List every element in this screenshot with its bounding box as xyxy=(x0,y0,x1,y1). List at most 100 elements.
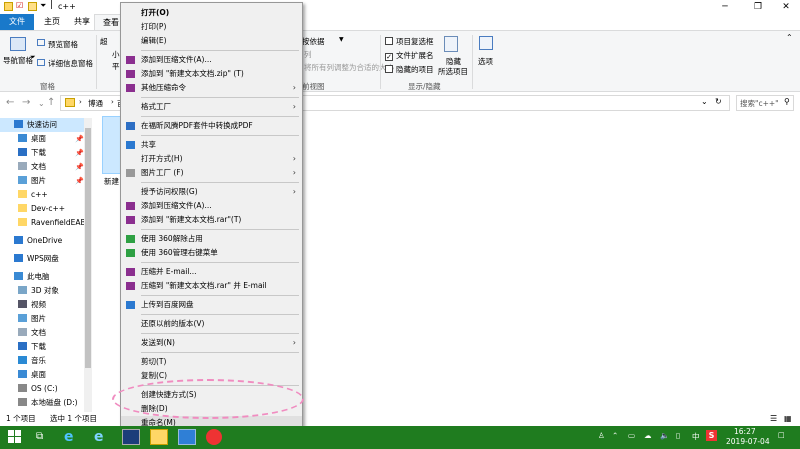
menu-item[interactable]: 打印(P) xyxy=(121,20,302,34)
sidebar-item[interactable]: OS (C:) xyxy=(0,382,92,396)
new-folder-icon[interactable] xyxy=(28,2,37,11)
close-button[interactable]: ✕ xyxy=(771,0,800,14)
details-pane-button[interactable]: 详细信息窗格 xyxy=(48,58,93,69)
sidebar-item[interactable]: OneDrive xyxy=(0,234,92,248)
notification-icon[interactable]: ☐ xyxy=(778,431,785,440)
sidebar-item[interactable]: 图片 xyxy=(0,312,92,326)
clock-date[interactable]: 2019-07-04 xyxy=(726,437,770,446)
sidebar-item[interactable]: 图片 📌 xyxy=(0,174,92,188)
sidebar-item[interactable]: 下载 📌 xyxy=(0,146,92,160)
layout-tiles[interactable]: 平 xyxy=(112,61,120,72)
item-checkboxes-toggle[interactable]: 项目复选框 xyxy=(385,36,434,47)
tiles-view-icon[interactable]: ▦ xyxy=(784,412,792,426)
sidebar-item[interactable]: 桌面 📌 xyxy=(0,132,92,146)
file-item-thumbnail[interactable] xyxy=(102,116,122,174)
properties-icon[interactable]: ☑ xyxy=(16,1,23,10)
chevron-up-icon[interactable]: ⌃ xyxy=(786,33,793,42)
ie-icon[interactable]: e xyxy=(64,429,82,445)
add-columns-button[interactable]: 列 xyxy=(304,49,312,60)
menu-item[interactable]: 还原以前的版本(V) xyxy=(121,317,302,331)
cloud-icon[interactable]: ☁ xyxy=(644,431,652,440)
menu-item[interactable]: 添加到压缩文件(A)... xyxy=(121,53,302,67)
menu-item[interactable]: 添加到 "新建文本文档.zip" (T) xyxy=(121,67,302,81)
chevron-down-icon[interactable]: ⌄ xyxy=(701,97,708,106)
menu-item[interactable]: 授予访问权限(G) › xyxy=(121,185,302,199)
back-arrow-icon[interactable]: ← xyxy=(6,97,14,108)
sidebar-item[interactable]: 3D 对象 xyxy=(0,284,92,298)
group-by-button[interactable]: 按依据 xyxy=(302,36,325,47)
menu-item[interactable]: 使用 360管理右键菜单 xyxy=(121,246,302,260)
sidebar-item[interactable]: WPS网盘 xyxy=(0,252,92,266)
breadcrumb[interactable]: 博通 xyxy=(88,98,103,109)
nav-pane-button[interactable]: 导航窗格 xyxy=(3,55,33,66)
menu-item[interactable]: 上传到百度网盘 xyxy=(121,298,302,312)
user-icon[interactable]: ♙ xyxy=(598,431,605,440)
menu-item[interactable]: 格式工厂 › xyxy=(121,100,302,114)
clock-time[interactable]: 16:27 xyxy=(734,427,756,436)
nav-scrollbar-thumb[interactable] xyxy=(85,128,91,368)
sidebar-item[interactable]: c++ xyxy=(0,188,92,202)
menu-item[interactable]: 添加到压缩文件(A)... xyxy=(121,199,302,213)
options-button[interactable]: 选项 xyxy=(478,56,493,67)
sidebar-item[interactable]: RavenfieldEABe xyxy=(0,216,92,230)
file-extensions-toggle[interactable]: ✓ 文件扩展名 xyxy=(385,50,434,61)
file-explorer-icon[interactable] xyxy=(150,429,168,445)
tab-file[interactable]: 文件 xyxy=(0,14,34,30)
pin-icon[interactable]: 📌 xyxy=(75,146,84,160)
pin-icon[interactable]: 📌 xyxy=(75,132,84,146)
chevron-down-icon[interactable]: ⏷ xyxy=(40,1,46,11)
up-arrow-icon[interactable]: ↑ xyxy=(47,97,55,108)
nav-pane-icon[interactable] xyxy=(10,37,26,51)
chevron-down-icon[interactable]: ⌄ xyxy=(38,99,45,108)
menu-item[interactable]: 使用 360解除占用 xyxy=(121,232,302,246)
volume-icon[interactable]: 🔈 xyxy=(660,431,669,440)
sidebar-item[interactable]: 此电脑 xyxy=(0,270,92,284)
language-indicator[interactable]: 中 xyxy=(692,431,700,442)
sidebar-item[interactable]: Dev-c++ xyxy=(0,202,92,216)
windows-start-icon[interactable] xyxy=(8,430,22,444)
menu-item[interactable]: 添加到 "新建文本文档.rar"(T) xyxy=(121,213,302,227)
sidebar-item[interactable]: 快速访问 xyxy=(0,118,92,132)
edge-icon[interactable]: e xyxy=(94,429,112,445)
layout-small[interactable]: 小 xyxy=(112,49,120,60)
sidebar-item[interactable]: 视频 xyxy=(0,298,92,312)
menu-item[interactable]: 打开方式(H) › xyxy=(121,152,302,166)
menu-item[interactable]: 发送到(N) › xyxy=(121,336,302,350)
menu-item[interactable]: 其他压缩命令 › xyxy=(121,81,302,95)
tab-home[interactable]: 主页 xyxy=(36,14,68,30)
layout-extra-large[interactable]: 超 xyxy=(100,36,108,47)
menu-item[interactable]: 图片工厂 (F) › xyxy=(121,166,302,180)
menu-item[interactable]: 打开(O) xyxy=(121,6,302,20)
network-icon[interactable]: ▭ xyxy=(628,431,635,440)
document-icon xyxy=(18,328,27,336)
details-view-icon[interactable]: ☰ xyxy=(770,412,777,426)
app-icon[interactable] xyxy=(178,429,196,445)
task-view-icon[interactable]: ⧉ xyxy=(36,431,43,442)
menu-item[interactable]: 在福昕风腾PDF套件中转换成PDF xyxy=(121,119,302,133)
sidebar-item[interactable]: 文档 xyxy=(0,326,92,340)
battery-icon[interactable]: ▯ xyxy=(676,431,680,440)
sidebar-item[interactable]: 本地磁盘 (D:) xyxy=(0,396,92,410)
forward-arrow-icon[interactable]: → xyxy=(22,97,30,108)
pin-icon[interactable]: 📌 xyxy=(75,160,84,174)
menu-item[interactable]: 剪切(T) xyxy=(121,355,302,369)
preview-pane-button[interactable]: 预览窗格 xyxy=(48,39,78,50)
menu-item[interactable]: 压缩到 "新建文本文档.rar" 并 E-mail xyxy=(121,279,302,293)
app-red-icon[interactable] xyxy=(206,429,222,445)
chevron-up-icon[interactable]: ⌃ xyxy=(612,431,618,440)
maximize-button[interactable]: ❐ xyxy=(743,0,773,14)
sidebar-item[interactable]: 文档 📌 xyxy=(0,160,92,174)
sidebar-item[interactable]: 音乐 xyxy=(0,354,92,368)
refresh-icon[interactable]: ↻ xyxy=(715,97,722,106)
menu-item[interactable]: 共享 xyxy=(121,138,302,152)
dev-cpp-icon[interactable] xyxy=(122,429,140,445)
minimize-button[interactable]: ─ xyxy=(710,0,740,14)
ime-indicator[interactable]: S xyxy=(706,430,717,441)
menu-item[interactable]: 编辑(E) xyxy=(121,34,302,48)
sidebar-item[interactable]: 桌面 xyxy=(0,368,92,382)
menu-item[interactable]: 压缩并 E-mail... xyxy=(121,265,302,279)
file-item-label[interactable]: 新建 xyxy=(104,176,119,187)
sidebar-item[interactable]: 下载 xyxy=(0,340,92,354)
pin-icon[interactable]: 📌 xyxy=(75,174,84,188)
hidden-items-toggle[interactable]: 隐藏的项目 xyxy=(385,64,434,75)
